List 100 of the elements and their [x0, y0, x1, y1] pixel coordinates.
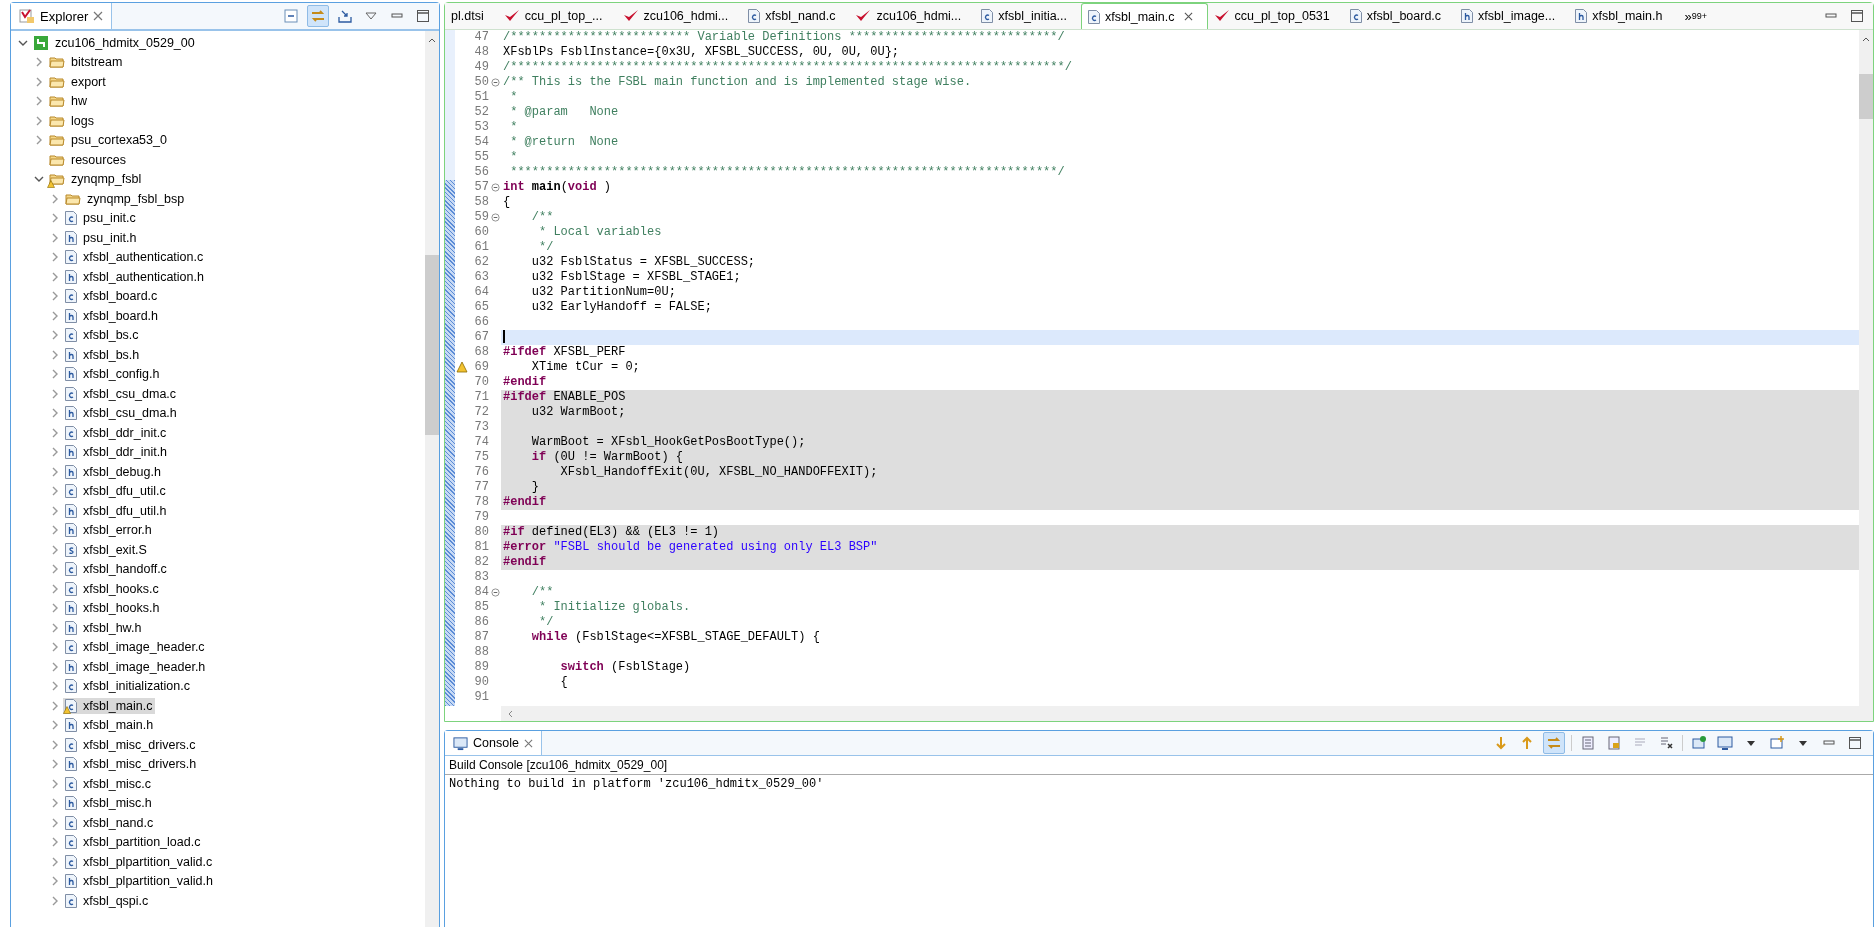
- line-number: 50: [473, 75, 490, 90]
- c-file-icon: [981, 9, 994, 23]
- collapse-fold-icon[interactable]: [491, 183, 500, 192]
- link-arrows-icon[interactable]: [307, 5, 329, 27]
- display-console-icon[interactable]: [1715, 733, 1735, 753]
- code-line: u32 FsblStage = XFSBL_STAGE1;: [530, 270, 742, 285]
- editor-tab[interactable]: ccu_pl_top_0531: [1207, 3, 1344, 29]
- tree-item[interactable]: zcu106_hdmitx_0529_00: [31, 33, 198, 52]
- tree-item[interactable]: xfsbl_nand.c: [63, 814, 157, 831]
- tree-item[interactable]: xfsbl_plpartition_valid.c: [63, 853, 216, 870]
- tree-item[interactable]: xfsbl_csu_dma.h: [63, 405, 180, 422]
- line-number: 84: [473, 585, 490, 600]
- line-number: 80: [473, 525, 490, 540]
- warning-icon: [63, 705, 71, 714]
- tree-item[interactable]: xfsbl_hooks.h: [63, 600, 163, 617]
- tree-item[interactable]: xfsbl_image_header.h: [63, 658, 209, 675]
- line-number: 51: [473, 90, 490, 105]
- tree-item[interactable]: xfsbl_hw.h: [63, 619, 145, 636]
- tree-item[interactable]: xfsbl_bs.c: [63, 327, 142, 344]
- line-number: 71: [473, 390, 490, 405]
- close-icon[interactable]: [93, 11, 104, 21]
- line-number: 60: [473, 225, 490, 240]
- tree-item[interactable]: xfsbl_board.c: [63, 288, 161, 305]
- tree-item[interactable]: xfsbl_error.h: [63, 522, 155, 539]
- c-file-icon: [65, 425, 77, 440]
- tree-item[interactable]: xfsbl_image_header.c: [63, 639, 208, 656]
- tree-item[interactable]: xfsbl_authentication.h: [63, 268, 207, 285]
- editor-tab[interactable]: zcu106_hdmi...: [849, 3, 976, 29]
- tree-item[interactable]: xfsbl_misc.c: [63, 775, 155, 792]
- scrollbar[interactable]: [425, 31, 439, 927]
- close-icon[interactable]: [1183, 12, 1193, 21]
- header-file-icon: [65, 464, 77, 479]
- line-number: 62: [473, 255, 490, 270]
- code-line: /**: [530, 585, 555, 600]
- tree-item[interactable]: xfsbl_bs.h: [63, 346, 143, 363]
- line-number: 91: [473, 690, 490, 705]
- tree-item[interactable]: xfsbl_ddr_init.h: [63, 444, 171, 461]
- header-file-icon: [65, 523, 77, 538]
- close-icon[interactable]: [523, 738, 533, 748]
- scrollbar[interactable]: [501, 706, 1873, 721]
- collapse-fold-icon[interactable]: [491, 78, 500, 87]
- tree-item[interactable]: xfsbl_exit.S: [63, 541, 150, 558]
- tree-item[interactable]: xfsbl_main.h: [63, 717, 157, 734]
- code-line: *: [509, 150, 519, 165]
- editor-tab[interactable]: xfsbl_nand.c: [742, 3, 850, 29]
- tree-item[interactable]: xfsbl_misc_drivers.c: [63, 736, 199, 753]
- tree-item[interactable]: export: [47, 72, 109, 91]
- editor-tab[interactable]: xfsbl_main.h: [1569, 3, 1677, 29]
- tree-item[interactable]: xfsbl_authentication.c: [63, 249, 207, 266]
- tree-item[interactable]: xfsbl_main.c: [63, 697, 156, 714]
- line-number: 65: [473, 300, 490, 315]
- scrollbar-thumb[interactable]: [1859, 74, 1873, 119]
- editor-tab[interactable]: xfsbl_image...: [1455, 3, 1570, 29]
- editor-tab[interactable]: ccu_pl_top_...: [497, 3, 617, 29]
- tree-item[interactable]: xfsbl_dfu_util.h: [63, 502, 170, 519]
- header-file-icon: [65, 367, 77, 382]
- scrollbar[interactable]: [1859, 30, 1873, 706]
- c-file-icon: [65, 835, 77, 850]
- editor-tab[interactable]: xfsbl_main.c: [1081, 3, 1208, 29]
- tree-item[interactable]: psu_cortexa53_0: [47, 131, 170, 150]
- code-line: * Local variables: [538, 225, 663, 240]
- tree-item[interactable]: resources: [47, 150, 129, 169]
- tree-item[interactable]: zynqmp_fsbl_bsp: [63, 189, 188, 208]
- tree-item[interactable]: xfsbl_ddr_init.c: [63, 424, 170, 441]
- tree-item[interactable]: xfsbl_csu_dma.c: [63, 385, 180, 402]
- tree-item[interactable]: xfsbl_misc.h: [63, 795, 155, 812]
- tree-item[interactable]: hw: [47, 92, 90, 111]
- tree-item[interactable]: psu_init.h: [63, 229, 140, 246]
- tree-item[interactable]: logs: [47, 111, 97, 130]
- tree-item[interactable]: xfsbl_dfu_util.c: [63, 483, 169, 500]
- tree-item[interactable]: xfsbl_initialization.c: [63, 678, 193, 695]
- tree-item[interactable]: xfsbl_config.h: [63, 366, 163, 383]
- tree-item[interactable]: xfsbl_board.h: [63, 307, 162, 324]
- collapse-fold-icon[interactable]: [491, 213, 500, 222]
- tree-item[interactable]: xfsbl_partition_load.c: [63, 834, 204, 851]
- tree-item[interactable]: psu_init.c: [63, 210, 139, 227]
- collapse-all-icon[interactable]: [281, 6, 301, 26]
- console-tab[interactable]: Console: [445, 731, 542, 755]
- code-line: u32 PartitionNum=0U;: [530, 285, 677, 300]
- tree-item[interactable]: xfsbl_misc_drivers.h: [63, 756, 200, 773]
- line-number: 48: [473, 45, 490, 60]
- tree-item[interactable]: xfsbl_handoff.c: [63, 561, 170, 578]
- tree-item[interactable]: zynqmp_fsbl: [47, 170, 145, 189]
- tree-item[interactable]: xfsbl_qspi.c: [63, 892, 152, 909]
- editor-tab[interactable]: xfsbl_board.c: [1343, 3, 1456, 29]
- header-file-icon: [65, 406, 77, 421]
- scrollbar-thumb[interactable]: [425, 255, 439, 435]
- tree-item[interactable]: bitstream: [47, 53, 126, 72]
- editor-tab[interactable]: xfsbl_initia...: [975, 3, 1082, 29]
- tree-item[interactable]: xfsbl_debug.h: [63, 463, 164, 480]
- warning-icon: [47, 180, 55, 189]
- link-arrows-icon[interactable]: [1543, 732, 1565, 754]
- explorer-tab[interactable]: Explorer: [11, 3, 113, 29]
- editor-tab[interactable]: pl.dtsi: [445, 3, 498, 29]
- line-number: 55: [473, 150, 490, 165]
- tree-item[interactable]: xfsbl_plpartition_valid.h: [63, 873, 216, 890]
- tree-item[interactable]: xfsbl_hooks.c: [63, 580, 162, 597]
- editor-tab[interactable]: zcu106_hdmi...: [616, 3, 743, 29]
- collapse-fold-icon[interactable]: [491, 588, 500, 597]
- line-number: 61: [473, 240, 490, 255]
